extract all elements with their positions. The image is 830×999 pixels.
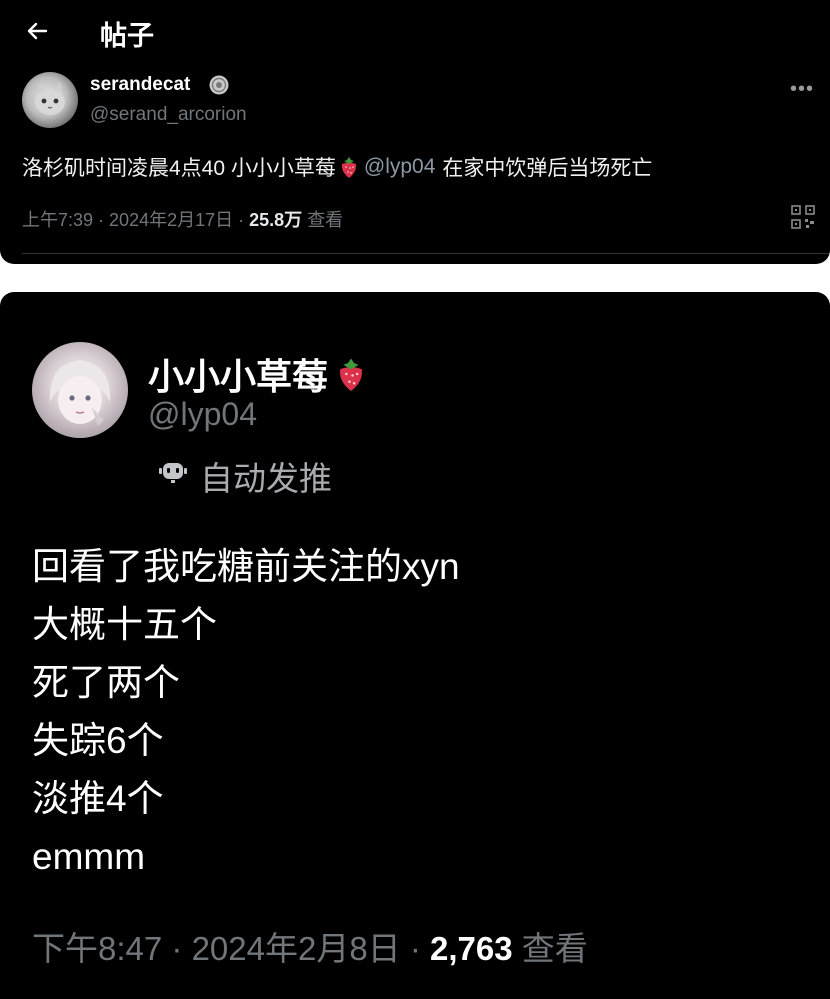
meta-separator: · <box>162 930 192 967</box>
post-line: emmm <box>32 836 146 877</box>
tweet-text-rest: 在家中饮弹后当场死亡 <box>442 157 653 180</box>
automated-label: 自动发推 <box>200 460 332 497</box>
mention-link[interactable]: @lyp04 <box>364 155 436 179</box>
post-date[interactable]: 2024年2月17日 <box>109 210 233 230</box>
profile-name[interactable]: 小小小草莓 <box>148 348 368 400</box>
post-time[interactable]: 上午7:39 <box>22 210 93 230</box>
post-detail-panel: 帖子 serandecat @serand_arcorion ••• 洛杉矶时间… <box>0 0 830 264</box>
profile-handle[interactable]: @lyp04 <box>148 396 257 433</box>
views-label: 查看 <box>521 930 588 967</box>
post-body: 回看了我吃糖前关注的xyn 大概十五个 死了两个 失踪6个 淡推4个 emmm <box>32 538 460 886</box>
author-handle[interactable]: @serand_arcorion <box>90 104 247 126</box>
meta-separator: · <box>93 210 110 230</box>
post-line: 失踪6个 <box>32 720 164 761</box>
post-meta: 下午8:47 · 2024年2月8日 · 2,763 查看 <box>32 922 588 970</box>
qr-code-icon[interactable] <box>790 204 816 230</box>
quoted-post-panel: 小小小草莓 @lyp04 自动发推 回看了我吃糖前关注的xyn 大概十五个 死了… <box>0 292 830 999</box>
divider <box>22 253 830 254</box>
robot-icon <box>159 463 187 483</box>
post-date[interactable]: 2024年2月8日 <box>192 930 401 967</box>
post-line: 大概十五个 <box>32 604 217 645</box>
more-horizontal-icon[interactable]: ••• <box>790 78 814 101</box>
tweet-text-main: 洛杉矶时间凌晨4点40 小小小草莓 <box>22 157 336 180</box>
strawberry-icon <box>340 358 363 391</box>
page-title: 帖子 <box>100 21 154 51</box>
post-time[interactable]: 下午8:47 <box>32 930 162 967</box>
view-count: 25.8万 <box>249 210 303 230</box>
avatar[interactable] <box>32 342 128 438</box>
tweet-meta: 上午7:39 · 2024年2月17日 · 25.8万 查看 <box>22 206 343 232</box>
meta-separator: · <box>400 930 431 967</box>
meta-separator: · <box>233 210 250 230</box>
view-count: 2,763 <box>430 930 513 967</box>
avatar[interactable] <box>22 72 78 128</box>
verified-badge-icon <box>209 75 229 95</box>
profile-name-text: 小小小草莓 <box>148 356 329 397</box>
arrow-left-icon[interactable] <box>22 16 52 46</box>
author-name[interactable]: serandecat <box>90 74 190 96</box>
post-line: 死了两个 <box>32 662 180 703</box>
post-line: 回看了我吃糖前关注的xyn <box>32 546 460 587</box>
views-label: 查看 <box>307 210 344 230</box>
post-line: 淡推4个 <box>32 778 164 819</box>
tweet-text: 洛杉矶时间凌晨4点40 小小小草莓 @lyp04 在家中饮弹后当场死亡 <box>22 152 652 182</box>
strawberry-icon <box>341 157 356 178</box>
